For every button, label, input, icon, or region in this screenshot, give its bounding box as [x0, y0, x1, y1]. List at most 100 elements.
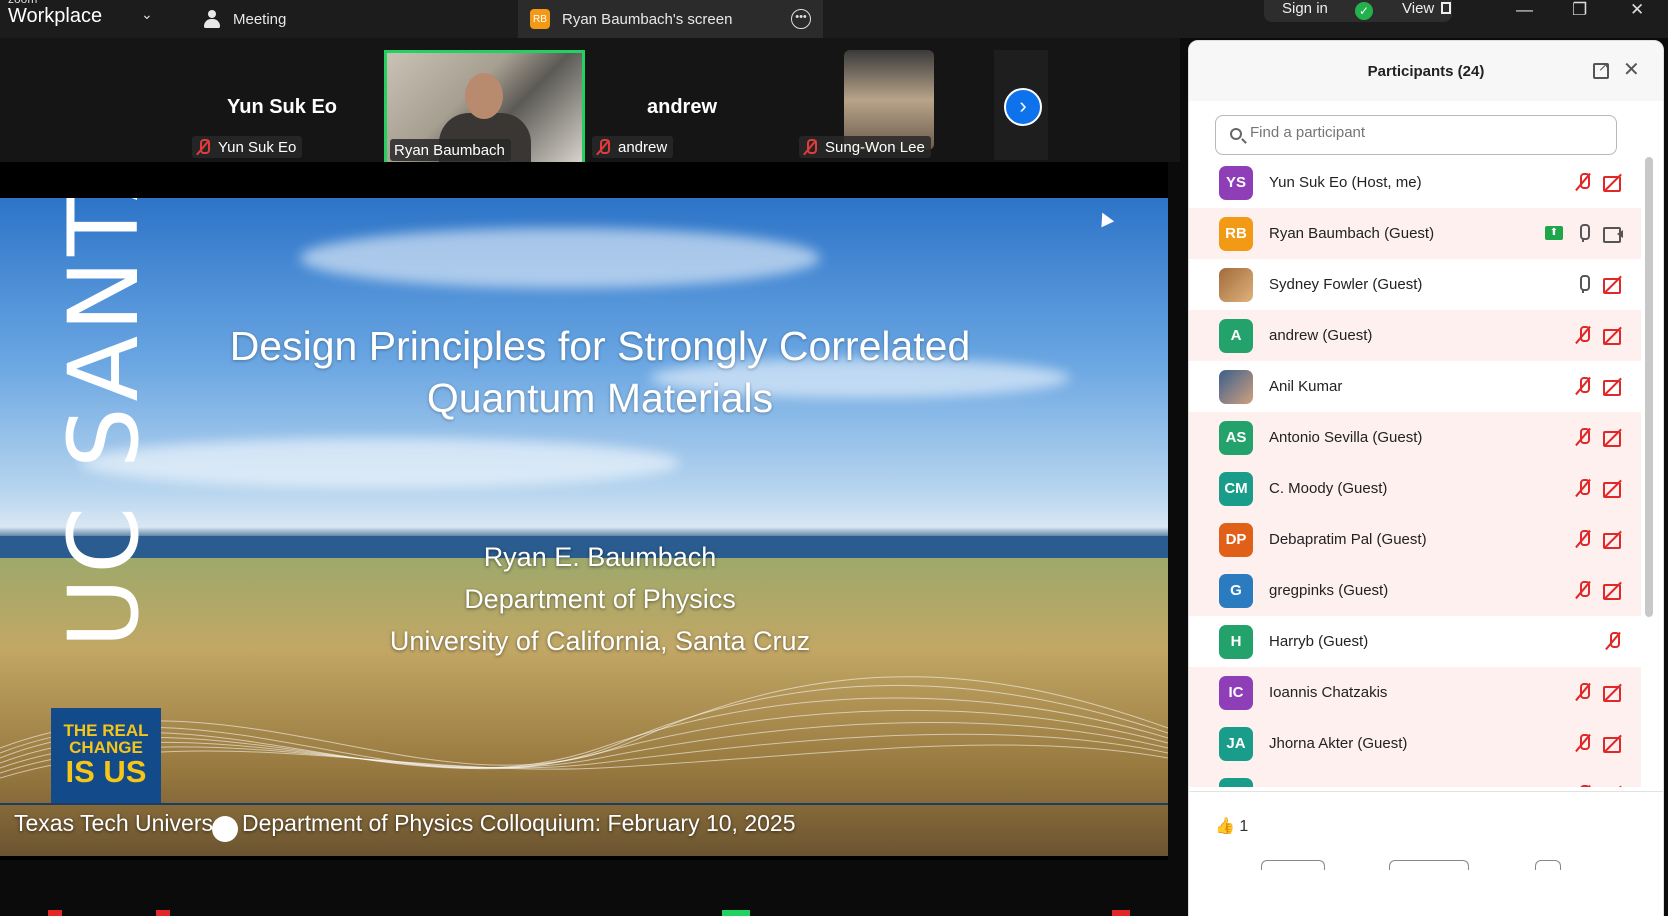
author-university: University of California, Santa Cruz [389, 626, 811, 656]
more-options-icon[interactable]: ••• [791, 9, 811, 29]
participant-name: C. Moody (Guest) [1269, 480, 1388, 497]
participant-row[interactable]: Aandrew (Guest) [1189, 310, 1641, 361]
camera-off-icon [1603, 580, 1623, 600]
panel-footer: 👍 1 [1189, 791, 1663, 916]
close-icon[interactable]: ✕ [1623, 57, 1640, 82]
participant-status-icons [1603, 631, 1623, 651]
participant-status-icons [1573, 733, 1623, 753]
participant-status-icons [1573, 427, 1623, 447]
reaction-counter[interactable]: 👍 1 [1215, 816, 1248, 836]
video-tile-yun-suk-eo[interactable]: Yun Suk Eo Yun Suk Eo [184, 50, 380, 160]
camera-icon[interactable] [212, 816, 238, 842]
participant-row[interactable]: AS Antonio Sevilla (Guest) [1189, 412, 1641, 463]
mic-muted-icon [596, 139, 610, 155]
participants-panel: Participants (24) ✕ YS Yun Suk Eo (Host, … [1188, 40, 1664, 916]
participant-row[interactable]: CM C. Moody (Guest) [1189, 463, 1641, 514]
next-page-icon[interactable]: › [1004, 88, 1042, 126]
participant-row[interactable]: Ggregpinks (Guest) [1189, 565, 1641, 616]
video-tile-ryan-baumbach[interactable]: Ryan Baumbach [384, 50, 585, 166]
grid-view-icon[interactable] [1441, 2, 1451, 14]
tab-meeting[interactable]: Meeting [203, 0, 286, 38]
mic-muted-icon [1573, 784, 1593, 787]
badge-line: THE REAL [63, 721, 149, 740]
participant-row[interactable]: RB Ryan Baumbach (Guest) ⬆ [1189, 208, 1641, 259]
participant-search[interactable] [1215, 115, 1617, 155]
avatar: G [1219, 573, 1253, 608]
invite-button[interactable] [1261, 860, 1325, 870]
slide-footer: Texas Tech Univers y, Department of Phys… [14, 810, 796, 836]
tab-meeting-label: Meeting [233, 10, 287, 28]
tab-screen-label: Ryan Baumbach's screen [562, 10, 733, 28]
participant-name: Jhorna Akter (Guest) [1269, 735, 1408, 752]
participant-name: andrew (Guest) [1269, 327, 1373, 344]
participant-row[interactable]: YS Yun Suk Eo (Host, me) [1189, 157, 1641, 208]
participant-name: Debapratim Pal (Guest) [1269, 531, 1427, 548]
participant-name: Anil Kumar [1269, 378, 1343, 395]
participant-name: Ioannis Chatzakis [1269, 684, 1388, 701]
mic-muted-icon [1573, 733, 1593, 753]
restore-icon[interactable]: ❐ [1572, 0, 1587, 20]
tab-shared-screen[interactable]: RB Ryan Baumbach's screen ••• [518, 0, 823, 38]
wave-lines-decoration [0, 676, 1168, 779]
participant-status-icons: ⬆ [1545, 223, 1623, 243]
view-button[interactable]: View [1402, 0, 1434, 17]
video-tile-andrew[interactable]: andrew andrew [584, 50, 780, 160]
presentation-slide: UC SANTA CRUZ THE REAL CHANGE IS US Desi… [0, 198, 1168, 856]
participant-name: Antonio Sevilla (Guest) [1269, 429, 1423, 446]
avatar: IC [1219, 675, 1253, 710]
mic-muted-icon [1573, 580, 1593, 600]
scrollbar[interactable] [1645, 157, 1653, 617]
participant-status-icons [1573, 529, 1623, 549]
end-icon[interactable] [1112, 910, 1130, 916]
video-tile-sung-won-lee[interactable]: Sung-Won Lee [791, 50, 987, 160]
video-off-icon[interactable] [156, 910, 170, 916]
camera-off-icon [1603, 427, 1623, 447]
meeting-icon [203, 10, 221, 28]
mute-icon[interactable] [48, 910, 62, 916]
participant-row[interactable]: IC Ioannis Chatzakis [1189, 667, 1641, 718]
real-change-badge: THE REAL CHANGE IS US [51, 708, 161, 804]
sign-in-button[interactable]: Sign in [1282, 0, 1328, 17]
participant-name: Josh Tropp (Guest) [1269, 786, 1397, 787]
participant-row[interactable]: DP Debapratim Pal (Guest) [1189, 514, 1641, 565]
participant-name: Yun Suk Eo (Host, me) [1269, 174, 1422, 191]
participant-name: gregpinks (Guest) [1269, 582, 1389, 599]
participant-row[interactable]: JA Jhorna Akter (Guest) [1189, 718, 1641, 769]
more-button[interactable] [1535, 860, 1561, 870]
avatar: JT [1219, 777, 1253, 787]
mic-muted-icon [1573, 376, 1593, 396]
app-name-main: Workplace [8, 5, 103, 27]
chevron-down-icon[interactable]: ⌄ [141, 6, 153, 23]
avatar: CM [1219, 471, 1253, 506]
tile-label-text: andrew [618, 138, 668, 156]
mic-muted-icon [1573, 325, 1593, 345]
participant-status-icons [1573, 784, 1623, 787]
mute-all-button[interactable] [1389, 860, 1469, 870]
popout-icon[interactable] [1593, 59, 1609, 79]
minimize-icon[interactable]: — [1516, 0, 1533, 20]
participant-row[interactable]: H Harryb (Guest) [1189, 616, 1641, 667]
tile-label: Yun Suk Eo [192, 136, 303, 158]
video-person-face [465, 73, 503, 119]
tile-display-name: andrew [646, 96, 718, 118]
title-bar: zoom Workplace ⌄ Meeting RB Ryan Baumbac… [0, 0, 1668, 38]
cloud-decoration [80, 438, 680, 488]
participant-row[interactable]: JT Josh Tropp (Guest) [1189, 769, 1641, 787]
avatar: YS [1219, 165, 1253, 200]
search-input[interactable] [1250, 124, 1590, 141]
close-window-icon[interactable]: ✕ [1630, 0, 1644, 20]
mic-muted-icon [1573, 172, 1593, 192]
participant-row[interactable]: Anil Kumar [1189, 361, 1641, 412]
reaction-count: 1 [1239, 818, 1249, 835]
video-strip: Yun Suk Eo Yun Suk Eo Ryan Baumbach andr… [0, 38, 1180, 166]
encryption-shield-icon[interactable]: ✓ [1355, 2, 1373, 20]
profile-photo [844, 50, 934, 150]
share-screen-icon[interactable] [722, 910, 750, 916]
mic-muted-icon [1603, 631, 1623, 651]
slide-title-line: Design Principles for Strongly Correlate… [229, 323, 971, 369]
mic-muted-icon [1573, 478, 1593, 498]
participant-status-icons [1573, 274, 1623, 294]
participant-row[interactable]: Sydney Fowler (Guest) [1189, 259, 1641, 310]
meeting-toolbar [0, 860, 1180, 916]
mic-muted-icon [196, 139, 210, 155]
